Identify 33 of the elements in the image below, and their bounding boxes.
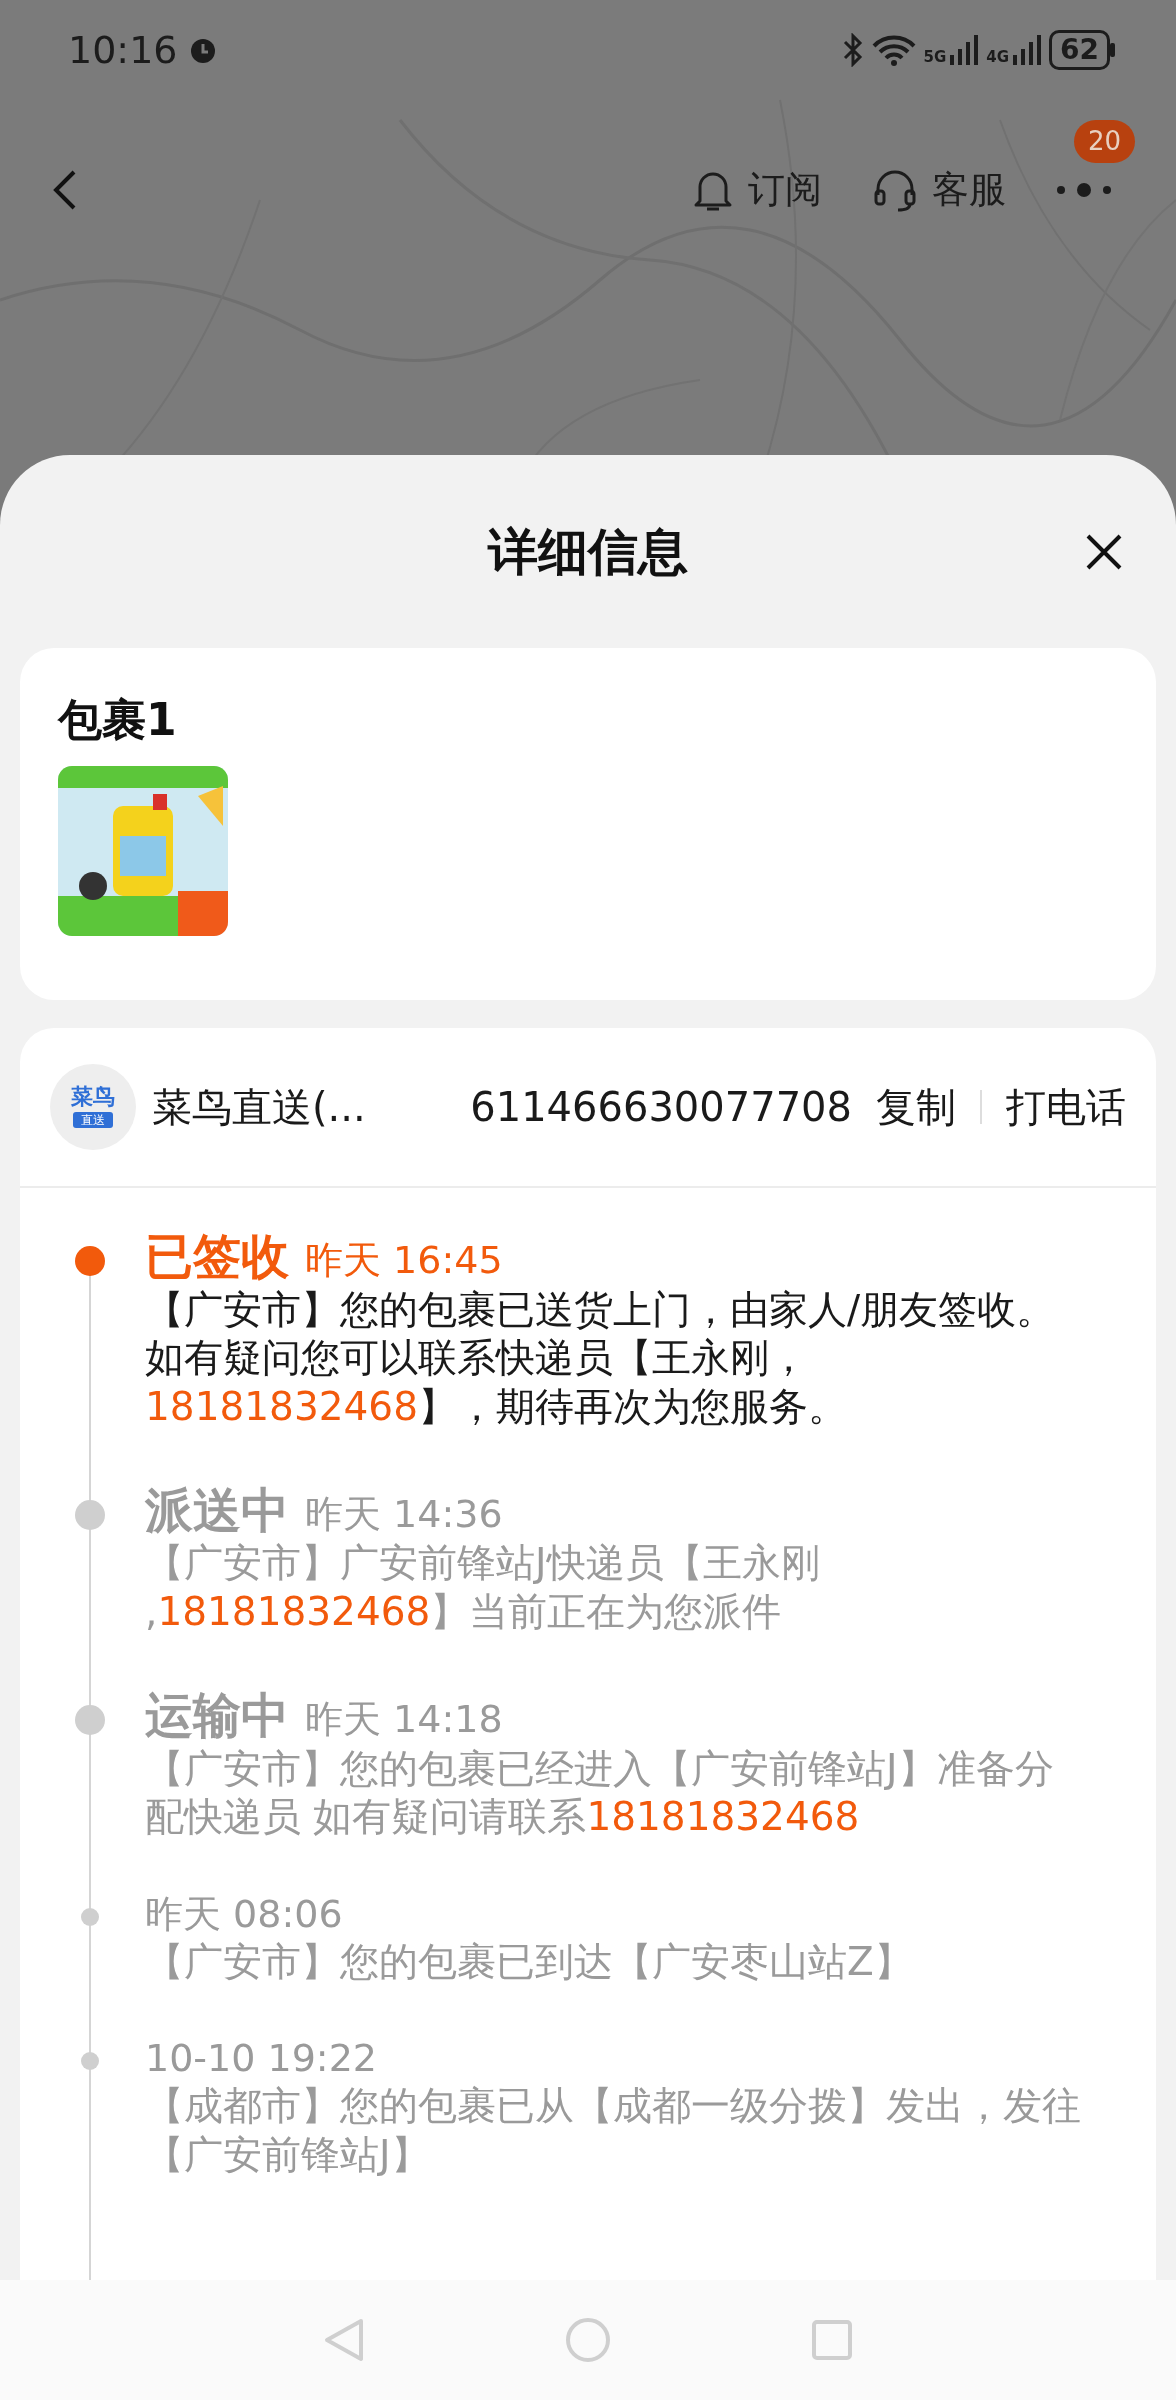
battery-indicator: 62 [1049, 30, 1110, 70]
battery-tip-icon [1110, 43, 1116, 57]
headset-button[interactable]: 客服 [872, 162, 1006, 218]
event-time: 昨天 08:06 [145, 1892, 343, 1938]
package-title: 包裹1 [58, 698, 178, 742]
bell-button[interactable]: 订阅 [692, 162, 822, 218]
event-description: 【广安市】您的包裹已到达【广安枣山站Z】 [145, 1937, 914, 1986]
status-time: 10:16 [68, 26, 178, 74]
network-label: 4G [986, 50, 1010, 65]
signal-icon [950, 35, 979, 65]
signal-icon [1013, 35, 1042, 65]
logo-text: 菜鸟 [71, 1086, 115, 1108]
event-time: 昨天 14:18 [305, 1696, 503, 1743]
event-time: 昨天 14:36 [305, 1491, 503, 1538]
event-description: 【广安市】您的包裹已经进入【广安前锋站J】准备分配快递员 如有疑问请联系18181832468 [145, 1744, 1055, 1842]
wifi-icon [871, 34, 916, 66]
status-label: 运输中 [145, 1686, 289, 1745]
status-label: 派送中 [145, 1481, 289, 1540]
network-label: 5G [923, 50, 947, 65]
copy-link[interactable]: 复制 [876, 1077, 956, 1137]
sheet-title: 详细信息 [488, 526, 688, 577]
call-link[interactable]: 打电话 [1006, 1077, 1126, 1137]
bluetooth-icon [841, 33, 864, 67]
event-description: 【成都市】您的包裹已从【成都一级分拨】发出，发往【广安前锋站J】 [145, 2081, 1082, 2179]
event-time: 昨天 16:45 [305, 1238, 503, 1284]
event-description: 【广安市】广安前锋站J快递员【王永刚 ,18181832468】当前正在为您派件 [145, 1539, 821, 1637]
status-label: 已签收 [145, 1228, 289, 1286]
tracking-number: 611466630077708 [470, 1083, 852, 1132]
more-icon[interactable] [1056, 182, 1112, 198]
event-description: 【广安市】您的包裹已送货上门，由家人/朋友签收。如有疑问您可以联系快递员【王永刚， 18181832468】，期待再次为您服务。 [145, 1285, 1057, 1432]
logo-tag: 直送 [73, 1112, 113, 1128]
courier-name: 菜鸟直送(... [152, 1083, 366, 1132]
event-time: 10-10 19:22 [145, 2036, 377, 2082]
